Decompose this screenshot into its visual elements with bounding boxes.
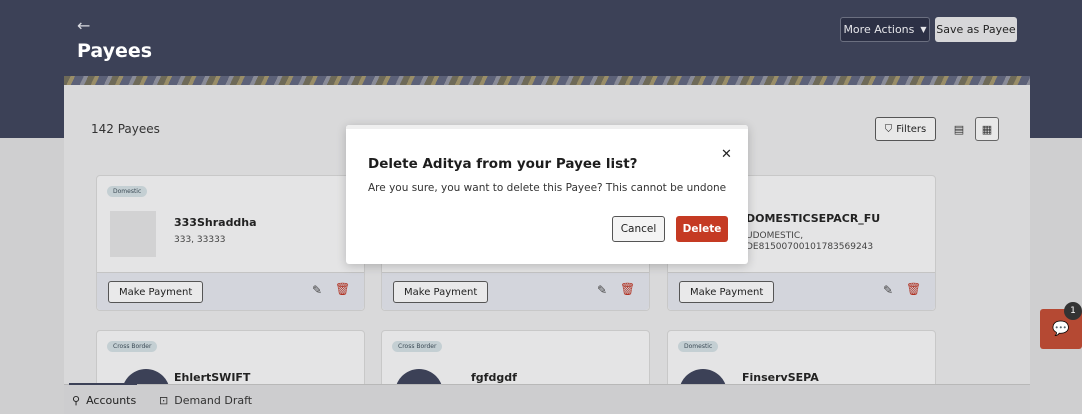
payee-name: DOMESTICSEPACR_FU — [746, 212, 881, 225]
make-payment-button[interactable]: Make Payment — [679, 281, 775, 303]
save-as-payee-button[interactable]: Save as Payee — [935, 17, 1017, 42]
payee-type-tag: Cross Border — [392, 341, 443, 352]
nav-item-demand-draft[interactable]: ⊡ Demand Draft — [159, 394, 252, 407]
filters-label: Filters — [896, 123, 927, 135]
chevron-down-icon: ▼ — [920, 25, 927, 34]
list-view-icon[interactable]: ▤ — [947, 117, 971, 141]
make-payment-button[interactable]: Make Payment — [108, 281, 204, 303]
payee-type-tag: Cross Border — [107, 341, 158, 352]
payee-name: fgfdgdf — [471, 371, 517, 384]
delete-icon[interactable]: 🗑 — [906, 282, 921, 296]
more-actions-button[interactable]: More Actions ▼ — [840, 17, 930, 42]
payee-card: Cross Border EhlertSWIFT — [96, 330, 365, 414]
dialog-message: Are you sure, you want to delete this Pa… — [368, 182, 727, 194]
dialog-title: Delete Aditya from your Payee list? — [368, 156, 638, 172]
payee-count: 142 Payees — [91, 122, 160, 136]
edit-icon[interactable]: ✎ — [883, 283, 893, 297]
payee-thumbnail — [110, 211, 156, 257]
card-footer: Make Payment ✎ 🗑 — [668, 272, 935, 310]
nav-item-accounts[interactable]: ⚲ Accounts — [72, 394, 136, 407]
delete-button[interactable]: Delete — [676, 216, 728, 242]
close-icon[interactable]: ✕ — [721, 147, 732, 162]
nav-active-indicator — [69, 383, 137, 385]
payee-card: Domestic FinservSEPA — [667, 330, 936, 414]
page-title: Payees — [77, 40, 153, 62]
card-footer: Make Payment ✎ 🗑 — [382, 272, 649, 310]
nav-item-label: Demand Draft — [174, 394, 253, 407]
payee-name: FinservSEPA — [742, 371, 819, 384]
payee-name: 333Shraddha — [174, 216, 257, 229]
filter-icon: ⛉ — [884, 123, 893, 135]
grid-view-icon[interactable]: ▦ — [975, 117, 999, 141]
card-footer: Make Payment ✎ 🗑 — [97, 272, 364, 310]
delete-icon[interactable]: 🗑 — [335, 282, 350, 296]
payee-details: 333, 33333 — [174, 235, 226, 245]
payee-card: Cross Border fgfdgdf — [381, 330, 650, 414]
user-icon: ⚲ — [72, 394, 81, 407]
cancel-button[interactable]: Cancel — [612, 216, 665, 242]
payee-type-tag: Domestic — [678, 341, 719, 352]
dialog-top-pattern — [346, 125, 748, 129]
delete-icon[interactable]: 🗑 — [620, 282, 635, 296]
edit-icon[interactable]: ✎ — [597, 283, 607, 297]
back-arrow-icon[interactable]: ← — [77, 16, 90, 35]
make-payment-button[interactable]: Make Payment — [393, 281, 489, 303]
chat-notification-badge: 1 — [1064, 302, 1082, 320]
filters-button[interactable]: ⛉ Filters — [875, 117, 936, 141]
nav-item-label: Accounts — [86, 394, 137, 407]
payee-name: EhlertSWIFT — [174, 371, 251, 384]
chat-icon: 💬 — [1052, 321, 1070, 337]
payee-card: Domestic 333Shraddha 333, 33333 Make Pay… — [96, 175, 365, 311]
delete-payee-dialog: Delete Aditya from your Payee list? ✕ Ar… — [346, 125, 748, 264]
more-actions-label: More Actions — [843, 23, 915, 36]
decorative-pattern-strip — [64, 76, 1030, 85]
edit-icon[interactable]: ✎ — [312, 283, 322, 297]
payee-type-tag: Domestic — [107, 186, 148, 197]
demand-draft-icon: ⊡ — [159, 394, 169, 407]
payee-account-number: DE81500700101783569243 — [746, 242, 874, 252]
